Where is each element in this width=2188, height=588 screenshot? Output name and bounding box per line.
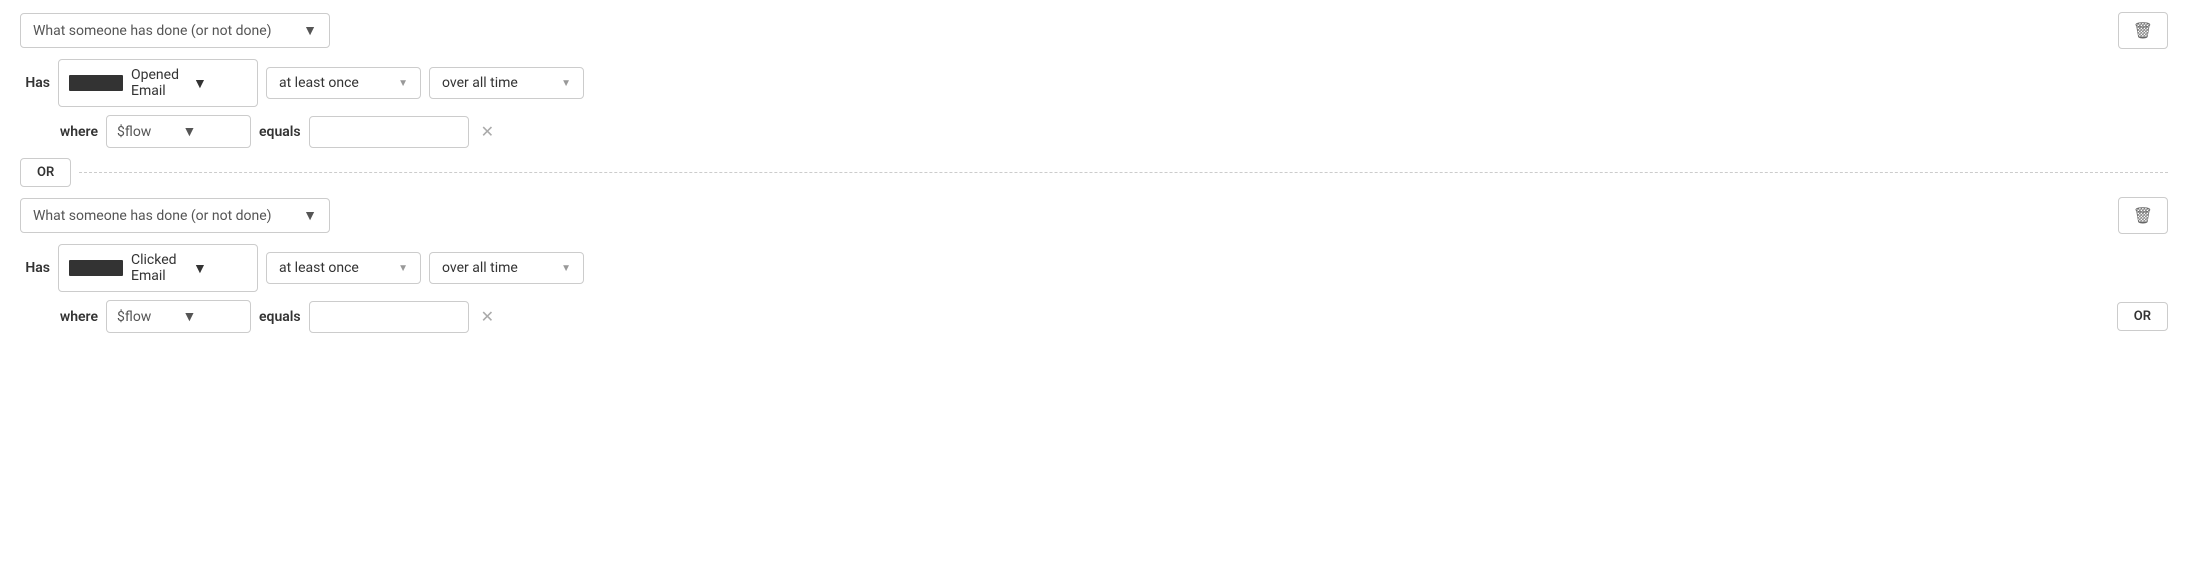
- flow-select-1[interactable]: $flow ▼: [106, 115, 251, 148]
- event-label-1: Opened Email: [131, 67, 185, 99]
- condition-block-1: What someone has done (or not done) ▼ 🗑 …: [20, 12, 2168, 148]
- frequency-select-1[interactable]: at least once ▼: [266, 67, 421, 99]
- bottom-or-button[interactable]: OR: [2117, 302, 2168, 331]
- trash-icon-1: 🗑: [2133, 21, 2153, 40]
- frequency-label-1: at least once: [279, 75, 390, 91]
- chevron-down-icon-2: ▼: [303, 207, 317, 224]
- has-row-1: Has Opened Email ▼ at least once ▼ over …: [20, 59, 2168, 107]
- flow-label-2: $flow: [117, 309, 175, 325]
- where-label-2: where: [58, 309, 98, 325]
- condition-header-1: What someone has done (or not done) ▼ 🗑: [20, 12, 2168, 49]
- equals-label-1: equals: [259, 124, 301, 140]
- flow-chevron-icon-1: ▼: [183, 123, 241, 140]
- what-done-select-2[interactable]: What someone has done (or not done) ▼: [20, 198, 330, 233]
- delete-button-2[interactable]: 🗑: [2118, 197, 2168, 234]
- delete-button-1[interactable]: 🗑: [2118, 12, 2168, 49]
- frequency-label-2: at least once: [279, 260, 390, 276]
- equals-input-2[interactable]: [309, 301, 469, 333]
- event-select-2[interactable]: Clicked Email ▼: [58, 244, 258, 292]
- event-chevron-icon-2: ▼: [193, 260, 247, 277]
- clear-button-2[interactable]: ✕: [477, 307, 498, 326]
- event-icon-2: [69, 260, 123, 276]
- event-select-1[interactable]: Opened Email ▼: [58, 59, 258, 107]
- time-select-1[interactable]: over all time ▼: [429, 67, 584, 99]
- time-label-2: over all time: [442, 260, 553, 276]
- frequency-chevron-icon-2: ▼: [398, 263, 408, 274]
- event-chevron-icon-1: ▼: [193, 75, 247, 92]
- what-done-label-2: What someone has done (or not done): [33, 208, 272, 224]
- time-chevron-icon-2: ▼: [561, 263, 571, 274]
- or-divider: OR: [20, 158, 2168, 187]
- or-button[interactable]: OR: [20, 158, 71, 187]
- equals-label-2: equals: [259, 309, 301, 325]
- what-done-select-1[interactable]: What someone has done (or not done) ▼: [20, 13, 330, 48]
- frequency-chevron-icon-1: ▼: [398, 78, 408, 89]
- flow-select-2[interactable]: $flow ▼: [106, 300, 251, 333]
- clear-button-1[interactable]: ✕: [477, 122, 498, 141]
- frequency-select-2[interactable]: at least once ▼: [266, 252, 421, 284]
- trash-icon-2: 🗑: [2133, 206, 2153, 225]
- where-row-1: where $flow ▼ equals ✕: [58, 115, 2168, 148]
- flow-chevron-icon-2: ▼: [183, 308, 241, 325]
- where-label-1: where: [58, 124, 98, 140]
- has-row-2: Has Clicked Email ▼ at least once ▼ over…: [20, 244, 2168, 292]
- equals-input-1[interactable]: [309, 116, 469, 148]
- event-icon-1: [69, 75, 123, 91]
- event-label-2: Clicked Email: [131, 252, 185, 284]
- or-line: [79, 172, 2168, 173]
- condition-block-2: What someone has done (or not done) ▼ 🗑 …: [20, 197, 2168, 333]
- time-select-2[interactable]: over all time ▼: [429, 252, 584, 284]
- flow-label-1: $flow: [117, 124, 175, 140]
- what-done-label-1: What someone has done (or not done): [33, 23, 272, 39]
- has-label-1: Has: [20, 75, 50, 91]
- time-chevron-icon-1: ▼: [561, 78, 571, 89]
- condition-header-2: What someone has done (or not done) ▼ 🗑: [20, 197, 2168, 234]
- has-label-2: Has: [20, 260, 50, 276]
- time-label-1: over all time: [442, 75, 553, 91]
- where-row-2: where $flow ▼ equals ✕ OR: [58, 300, 2168, 333]
- chevron-down-icon-1: ▼: [303, 22, 317, 39]
